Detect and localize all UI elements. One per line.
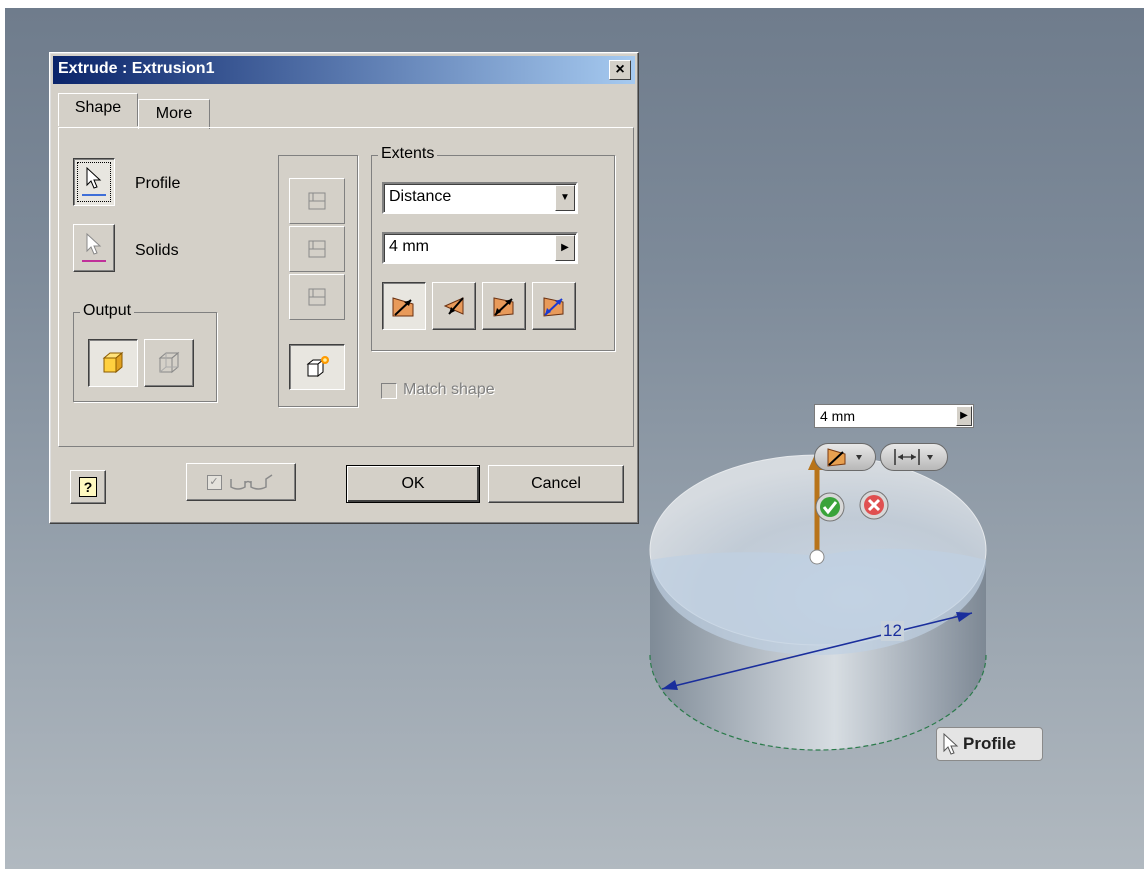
close-red-icon (859, 490, 889, 520)
dimension-label: 12 (881, 621, 904, 641)
cursor-arrow-icon (943, 733, 959, 755)
close-icon: × (615, 61, 625, 78)
extrude-direction-icon (827, 448, 862, 467)
distance-input[interactable]: 4 mm ▶ (382, 232, 578, 264)
solid-cube-icon (102, 351, 124, 374)
direction-1-icon (392, 297, 414, 317)
tab-shape-label: Shape (74, 99, 122, 116)
join-icon (308, 192, 326, 210)
direction-2-button[interactable] (432, 282, 476, 330)
shape-tab-panel: Profile Solids Output Extents Distance ▼… (58, 127, 634, 447)
direction-asymmetric-icon (543, 297, 564, 317)
output-group-title: Output (80, 302, 135, 320)
minitoolbar-distance-value: 4 mm (820, 408, 855, 424)
minitoolbar-distance-field[interactable]: 4 mm ▶ (814, 404, 974, 428)
apply-button[interactable] (814, 491, 846, 523)
direction-asymmetric-button[interactable] (532, 282, 576, 330)
cancel-button[interactable]: Cancel (488, 465, 624, 503)
output-solid-button[interactable] (88, 339, 138, 387)
cut-icon (308, 240, 326, 258)
operation-join-button[interactable] (289, 178, 345, 224)
direction-symmetric-icon (493, 297, 514, 317)
chevron-down-icon: ▼ (560, 192, 570, 203)
extents-group: Extents Distance ▼ 4 mm ▶ (371, 145, 615, 351)
new-solid-icon (306, 356, 329, 378)
tab-shape[interactable]: Shape (58, 93, 138, 126)
extents-type-select[interactable]: Distance ▼ (382, 182, 578, 214)
operation-new-solid-button[interactable] (289, 344, 345, 390)
select-arrow-icon (82, 166, 106, 196)
profile-tooltip: Profile (936, 727, 1043, 761)
profile-label: Profile (135, 175, 181, 192)
ok-button-label: OK (401, 475, 425, 492)
minitoolbar-direction-button[interactable] (814, 443, 876, 471)
operation-group (278, 155, 358, 407)
distance-value: 4 mm (389, 238, 429, 255)
direction-1-button[interactable] (382, 282, 426, 330)
direction-2-icon (443, 297, 464, 315)
triangle-right-icon: ▶ (561, 242, 569, 253)
match-shape-checkbox[interactable] (381, 383, 397, 399)
extents-group-title: Extents (378, 145, 438, 163)
solids-label: Solids (135, 242, 179, 259)
operation-intersect-button[interactable] (289, 274, 345, 320)
preview-toggle-button[interactable]: ✓ (186, 463, 296, 501)
surface-cube-icon (158, 351, 180, 374)
cancel-edit-button[interactable] (858, 489, 890, 521)
help-button[interactable]: ? (70, 470, 106, 504)
output-surface-button[interactable] (144, 339, 194, 387)
direction-symmetric-button[interactable] (482, 282, 526, 330)
select-arrow-disabled-icon (82, 232, 106, 262)
help-icon: ? (79, 477, 97, 497)
profile-select-button[interactable] (73, 158, 115, 206)
match-shape-label: Match shape (403, 381, 495, 398)
extents-type-dropdown-button[interactable]: ▼ (555, 185, 575, 211)
ok-button[interactable]: OK (346, 465, 480, 503)
tab-more[interactable]: More (138, 99, 210, 129)
close-button[interactable]: × (609, 60, 631, 80)
triangle-right-icon: ▶ (960, 410, 968, 421)
dialog-title-bar[interactable]: Extrude : Extrusion1 × (53, 56, 635, 84)
extrude-dialog: Extrude : Extrusion1 × Shape More Profil… (49, 52, 639, 524)
distance-menu-button[interactable]: ▶ (555, 235, 575, 261)
intersect-icon (308, 288, 326, 306)
minitoolbar-extent-button[interactable] (880, 443, 948, 471)
preview-checkbox[interactable]: ✓ (206, 474, 222, 490)
output-group: Output (73, 302, 217, 402)
glasses-icon (229, 474, 272, 490)
extent-distance-icon (894, 449, 933, 465)
solids-select-button[interactable] (73, 224, 115, 272)
profile-tooltip-label: Profile (963, 734, 1016, 753)
dialog-title: Extrude : Extrusion1 (58, 60, 215, 77)
operation-cut-button[interactable] (289, 226, 345, 272)
tab-more-label: More (155, 105, 193, 122)
minitoolbar-distance-arrow-button[interactable]: ▶ (956, 406, 972, 426)
cancel-button-label: Cancel (531, 475, 581, 492)
check-icon (815, 492, 845, 522)
extents-type-value: Distance (389, 188, 452, 205)
